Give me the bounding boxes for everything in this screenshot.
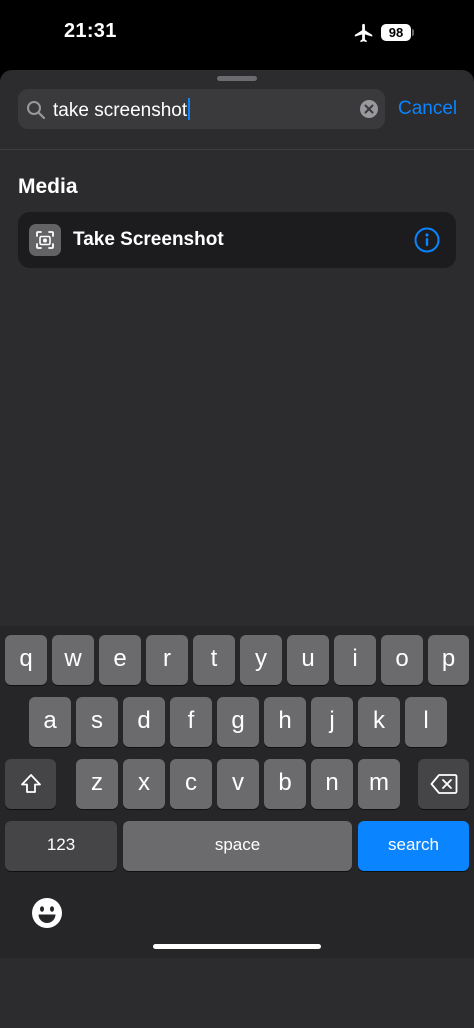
key-v[interactable]: v (217, 759, 259, 809)
text-cursor (188, 98, 191, 120)
key-f[interactable]: f (170, 697, 212, 747)
status-time: 21:31 (64, 20, 117, 42)
key-d[interactable]: d (123, 697, 165, 747)
key-h[interactable]: h (264, 697, 306, 747)
key-y[interactable]: y (240, 635, 282, 685)
key-g[interactable]: g (217, 697, 259, 747)
key-x[interactable]: x (123, 759, 165, 809)
key-a[interactable]: a (29, 697, 71, 747)
screenshot-action-icon (29, 224, 61, 256)
sheet-grabber[interactable] (217, 76, 257, 81)
action-label: Take Screenshot (73, 229, 224, 250)
battery-level: 98 (388, 25, 404, 40)
action-take-screenshot[interactable]: Take Screenshot (18, 212, 456, 268)
key-z[interactable]: z (76, 759, 118, 809)
key-e[interactable]: e (99, 635, 141, 685)
key-w[interactable]: w (52, 635, 94, 685)
battery-indicator: 98 (381, 24, 411, 41)
key-o[interactable]: o (381, 635, 423, 685)
key-l[interactable]: l (405, 697, 447, 747)
airplane-mode-icon (354, 23, 373, 43)
key-u[interactable]: u (287, 635, 329, 685)
key-r[interactable]: r (146, 635, 188, 685)
search-field[interactable]: take screenshot (18, 89, 385, 129)
cancel-button[interactable]: Cancel (398, 98, 457, 120)
divider (0, 149, 474, 150)
search-input[interactable]: take screenshot (53, 98, 191, 122)
search-query: take screenshot (53, 100, 188, 121)
key-c[interactable]: c (170, 759, 212, 809)
key-j[interactable]: j (311, 697, 353, 747)
key-b[interactable]: b (264, 759, 306, 809)
key-p[interactable]: p (428, 635, 469, 685)
key-q[interactable]: q (5, 635, 47, 685)
section-title: Media (18, 175, 78, 198)
key-m[interactable]: m (358, 759, 400, 809)
search-icon (27, 101, 46, 120)
screenshot-icon (36, 231, 54, 249)
shift-key[interactable] (5, 759, 56, 809)
info-icon[interactable] (414, 227, 440, 253)
numbers-key[interactable]: 123 (5, 821, 117, 871)
key-k[interactable]: k (358, 697, 400, 747)
key-n[interactable]: n (311, 759, 353, 809)
keyboard: q w e r t y u i o p a s d f g h j k l z … (0, 626, 474, 958)
status-bar: 21:31 98 (0, 0, 474, 70)
backspace-icon (430, 773, 457, 794)
key-i[interactable]: i (334, 635, 376, 685)
emoji-icon[interactable] (30, 896, 64, 930)
home-indicator (153, 944, 321, 949)
space-key[interactable]: space (123, 821, 352, 871)
delete-key[interactable] (418, 759, 469, 809)
shift-icon (20, 773, 41, 793)
clear-icon[interactable] (359, 99, 379, 119)
search-key[interactable]: search (358, 821, 469, 871)
battery-nub (412, 29, 414, 36)
key-t[interactable]: t (193, 635, 235, 685)
key-s[interactable]: s (76, 697, 118, 747)
